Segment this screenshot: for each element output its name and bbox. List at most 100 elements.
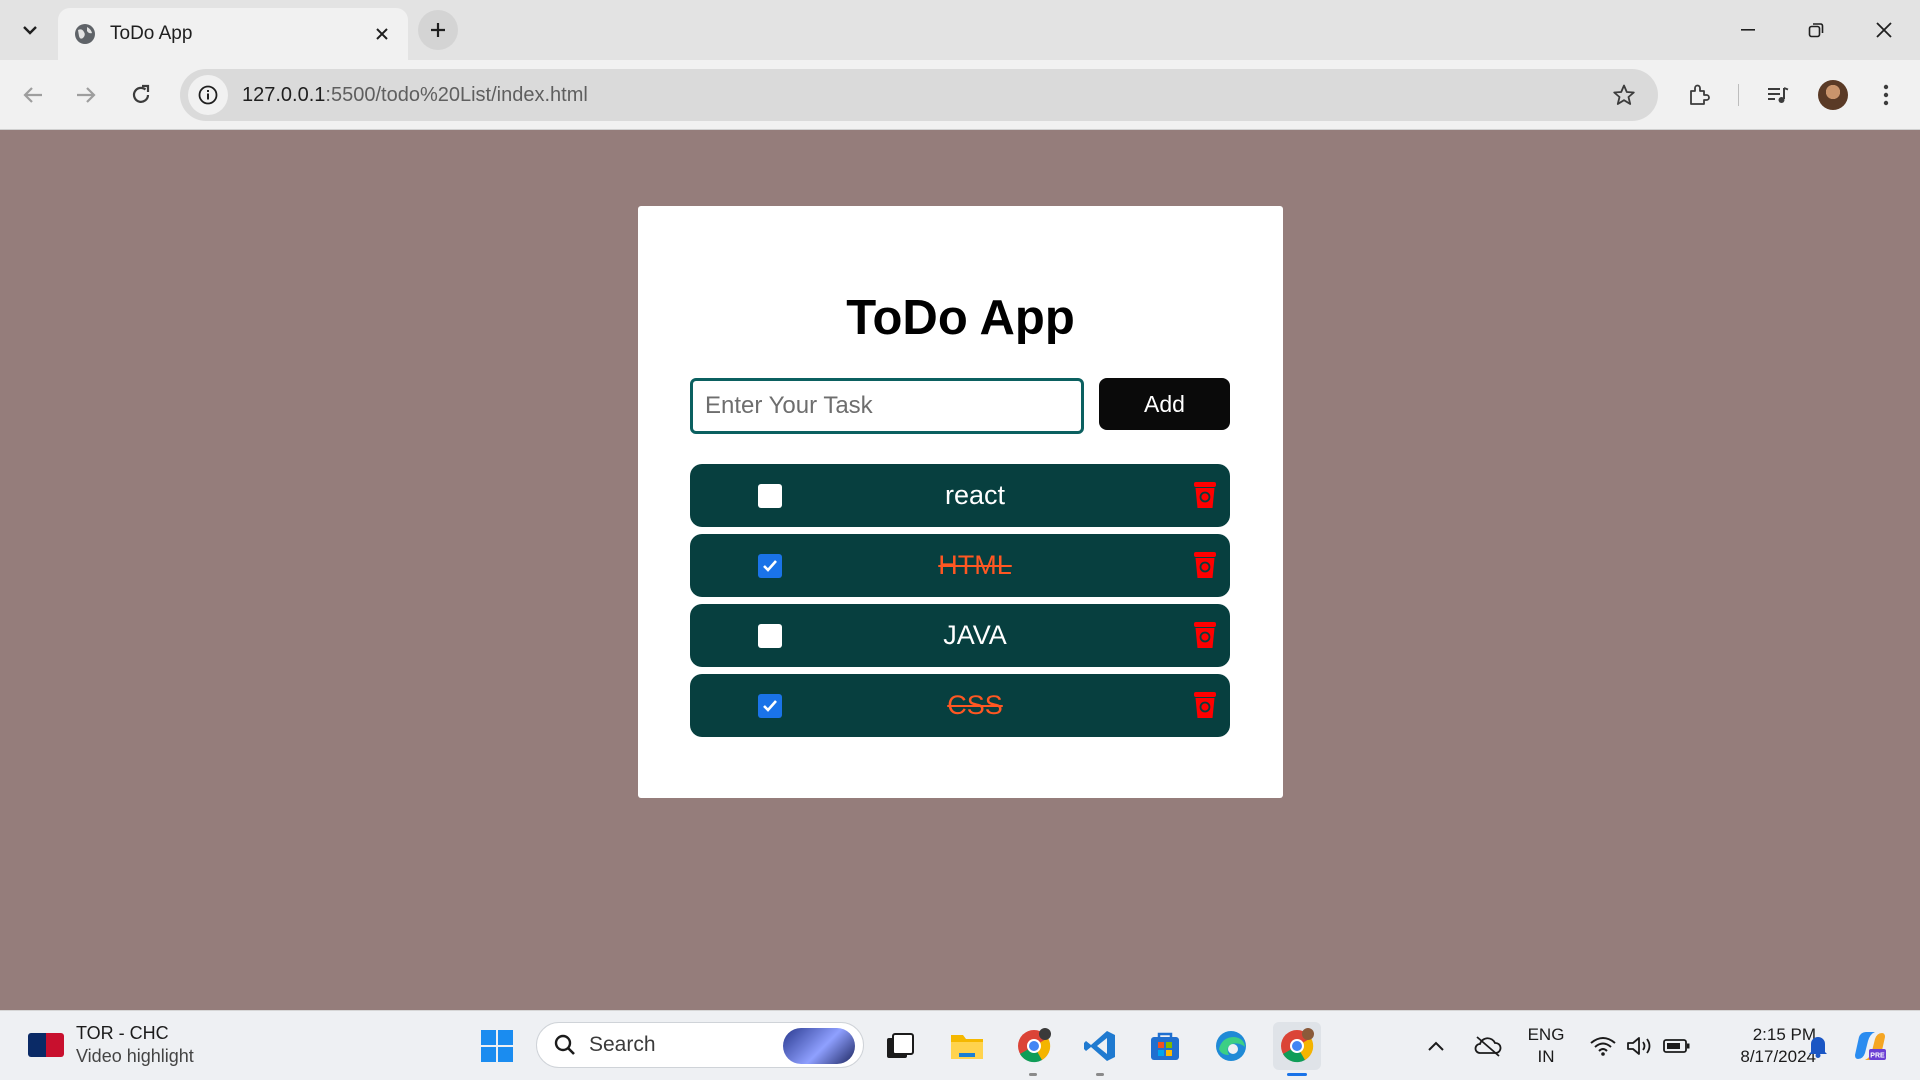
chrome-icon — [1018, 1028, 1051, 1063]
extensions-button[interactable] — [1679, 75, 1719, 115]
todo-item: JAVA — [690, 604, 1230, 667]
active-indicator — [1287, 1073, 1307, 1076]
task-view-icon — [887, 1033, 914, 1058]
site-info-button[interactable] — [188, 75, 228, 115]
windows-logo-icon — [481, 1030, 513, 1062]
checkmark-icon — [763, 560, 777, 572]
taskbar-search[interactable]: Search — [536, 1022, 864, 1068]
playlist-music-icon — [1768, 87, 1789, 103]
media-controls-button[interactable] — [1758, 75, 1798, 115]
news-subtitle: Video highlight — [76, 1046, 194, 1066]
region-code: IN — [1537, 1047, 1555, 1066]
avatar — [1818, 80, 1848, 110]
trash-icon[interactable] — [1192, 690, 1218, 720]
news-widget[interactable]: TOR - CHC Video highlight — [28, 1019, 194, 1071]
browser-tab[interactable]: ToDo App — [58, 8, 408, 60]
chrome-active-button[interactable] — [1273, 1022, 1321, 1070]
restore-button[interactable] — [1782, 0, 1850, 60]
checkmark-icon — [763, 700, 777, 712]
quick-settings-button[interactable] — [1580, 1022, 1700, 1070]
close-icon — [1876, 22, 1892, 38]
running-indicator — [1096, 1073, 1104, 1076]
chevron-up-icon — [1428, 1041, 1444, 1051]
globe-icon — [75, 24, 95, 44]
window-close-button[interactable] — [1850, 0, 1918, 60]
app-title: ToDo App — [846, 291, 1075, 345]
windows-taskbar: TOR - CHC Video highlight Search ENG IN … — [0, 1010, 1920, 1080]
show-hidden-icons-button[interactable] — [1416, 1022, 1456, 1070]
copilot-button[interactable]: PRE — [1848, 1022, 1892, 1070]
edge-icon — [1216, 1031, 1246, 1061]
toolbar-separator — [1738, 84, 1739, 106]
back-button[interactable] — [13, 75, 53, 115]
tab-close-button[interactable] — [364, 16, 400, 52]
vscode-icon — [1084, 1031, 1115, 1061]
todo-checkbox[interactable] — [758, 694, 782, 718]
copilot-icon: PRE — [1855, 1032, 1886, 1060]
todo-card: ToDo App Add react HTML JAVA CSS — [638, 206, 1283, 798]
todo-text: HTML — [938, 550, 1012, 580]
search-highlight-image — [783, 1028, 855, 1064]
todo-checkbox[interactable] — [758, 484, 782, 508]
info-icon — [198, 85, 218, 105]
menu-button[interactable] — [1866, 75, 1906, 115]
store-icon — [1151, 1032, 1179, 1060]
cloud-off-icon — [1474, 1036, 1502, 1057]
edge-button[interactable] — [1207, 1022, 1255, 1070]
svg-text:PRE: PRE — [1870, 1053, 1885, 1060]
chevron-down-icon — [23, 26, 37, 35]
tab-search-button[interactable] — [14, 14, 46, 46]
todo-item: HTML — [690, 534, 1230, 597]
reload-button[interactable] — [121, 75, 161, 115]
profile-button[interactable] — [1813, 75, 1853, 115]
notifications-button[interactable] — [1798, 1022, 1838, 1070]
trash-icon[interactable] — [1192, 480, 1218, 510]
wifi-icon — [1590, 1037, 1616, 1056]
browser-tabstrip: ToDo App — [0, 0, 1920, 60]
arrow-left-icon — [23, 87, 42, 103]
todo-text: react — [944, 480, 1006, 510]
address-bar[interactable]: 127.0.0.1:5500/todo%20List/index.html — [180, 69, 1658, 121]
bookmark-button[interactable] — [1608, 79, 1640, 111]
running-indicator — [1029, 1073, 1037, 1076]
more-vertical-icon — [1883, 84, 1889, 106]
forward-button[interactable] — [66, 75, 106, 115]
url-text: 127.0.0.1:5500/todo%20List/index.html — [242, 84, 588, 107]
store-button[interactable] — [1141, 1022, 1189, 1070]
url-path: :5500/todo%20List/index.html — [325, 83, 588, 106]
star-icon — [1613, 84, 1635, 105]
mlb-logo-icon — [28, 1033, 64, 1057]
vscode-button[interactable] — [1076, 1022, 1124, 1070]
task-view-button[interactable] — [876, 1022, 924, 1070]
start-button[interactable] — [473, 1022, 521, 1070]
search-label: Search — [589, 1033, 656, 1056]
restore-icon — [1808, 23, 1824, 38]
folder-icon — [951, 1035, 983, 1059]
todo-text: CSS — [947, 690, 1003, 720]
todo-item: react — [690, 464, 1230, 527]
plus-icon — [431, 23, 445, 37]
todo-text: JAVA — [943, 620, 1007, 650]
arrow-right-icon — [77, 87, 96, 103]
todo-checkbox[interactable] — [758, 624, 782, 648]
search-icon — [554, 1034, 575, 1055]
news-text: TOR - CHC Video highlight — [76, 1023, 194, 1067]
close-icon — [376, 28, 388, 40]
task-input[interactable] — [690, 378, 1084, 434]
file-explorer-button[interactable] — [943, 1022, 991, 1070]
bell-icon — [1809, 1037, 1827, 1058]
tab-title: ToDo App — [110, 23, 193, 44]
minimize-button[interactable] — [1714, 0, 1782, 60]
new-tab-button[interactable] — [418, 10, 458, 50]
chrome-icon — [1281, 1028, 1314, 1063]
language-indicator[interactable]: ENG IN — [1516, 1024, 1576, 1068]
volume-icon — [1627, 1037, 1651, 1055]
battery-icon — [1663, 1039, 1690, 1053]
minimize-icon — [1741, 29, 1755, 31]
trash-icon[interactable] — [1192, 620, 1218, 650]
onedrive-button[interactable] — [1466, 1022, 1510, 1070]
add-button[interactable]: Add — [1099, 378, 1230, 430]
chrome-profile-button[interactable] — [1010, 1022, 1058, 1070]
trash-icon[interactable] — [1192, 550, 1218, 580]
todo-checkbox[interactable] — [758, 554, 782, 578]
